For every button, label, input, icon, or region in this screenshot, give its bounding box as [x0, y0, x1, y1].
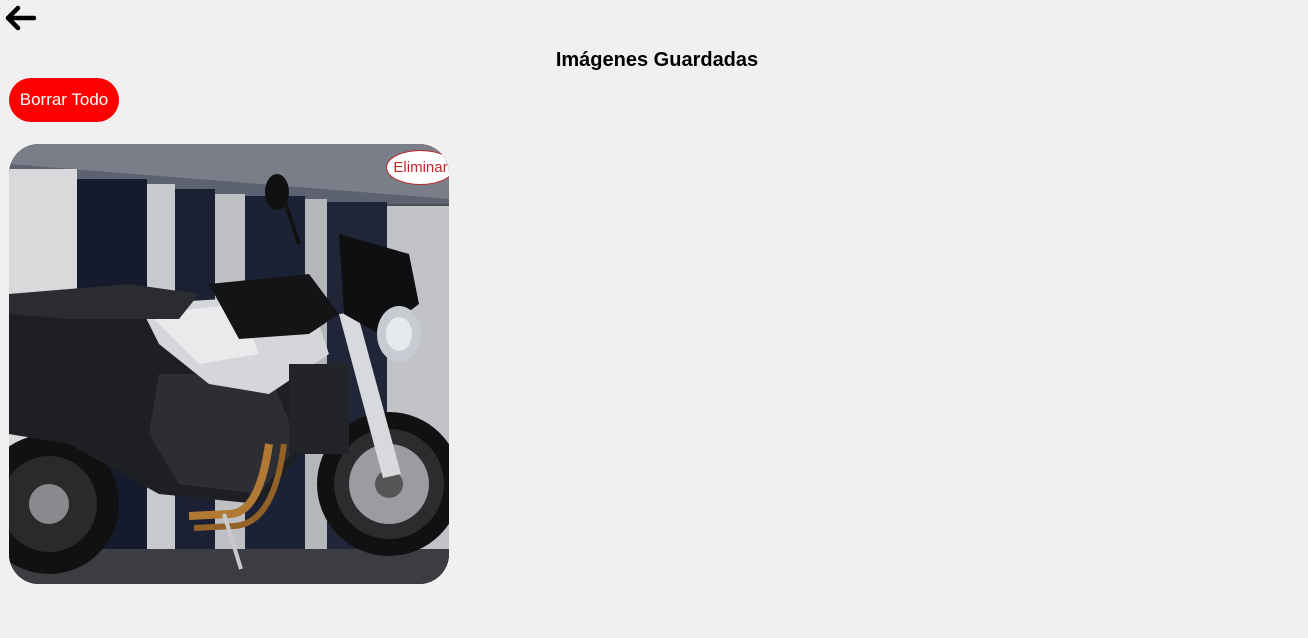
delete-image-button[interactable]: Eliminar — [386, 150, 449, 185]
arrow-left-icon — [5, 5, 36, 31]
page-title: Imágenes Guardadas — [555, 49, 759, 71]
clear-all-button[interactable]: Borrar Todo — [9, 78, 119, 122]
saved-images-gallery: Eliminar — [9, 144, 449, 584]
back-button[interactable] — [3, 3, 37, 33]
saved-image-card: Eliminar — [9, 144, 449, 584]
motorcycle-image — [9, 144, 449, 584]
